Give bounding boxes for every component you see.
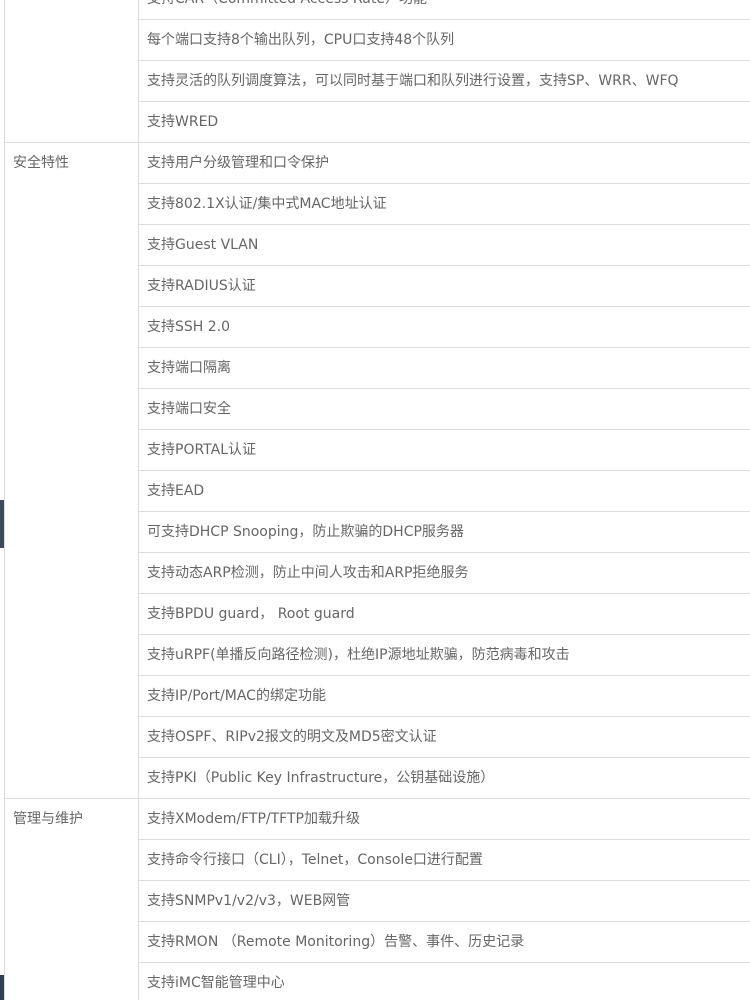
feature-cell: 支持uRPF(单播反向路径检测)，杜绝IP源地址欺骗，防范病毒和攻击 bbox=[138, 634, 750, 676]
feature-text: 支持IP/Port/MAC的绑定功能 bbox=[147, 688, 326, 704]
feature-text: 支持SNMPv1/v2/v3，WEB网管 bbox=[147, 893, 351, 909]
feature-cell: 支持端口安全 bbox=[138, 388, 750, 430]
feature-cell: 支持命令行接口（CLI），Telnet，Console口进行配置 bbox=[138, 839, 750, 881]
feature-text: 支持用户分级管理和口令保护 bbox=[147, 155, 329, 171]
feature-cell: 支持端口隔离 bbox=[138, 347, 750, 389]
feature-text: 支持PKI（Public Key Infrastructure，公钥基础设施） bbox=[147, 770, 495, 786]
feature-text: 支持命令行接口（CLI），Telnet，Console口进行配置 bbox=[147, 852, 483, 868]
category-label: 安全特性 bbox=[13, 155, 69, 171]
feature-cell: 支持RMON （Remote Monitoring）告警、事件、历史记录 bbox=[138, 921, 750, 963]
feature-text: 支持动态ARP检测，防止中间人攻击和ARP拒绝服务 bbox=[147, 565, 469, 581]
feature-cell: 支持动态ARP检测，防止中间人攻击和ARP拒绝服务 bbox=[138, 552, 750, 594]
feature-text: 支持Guest VLAN bbox=[147, 237, 259, 253]
feature-cell: 支持iMC智能管理中心 bbox=[138, 962, 750, 1000]
feature-cell: 支持EAD bbox=[138, 470, 750, 512]
feature-cell: 每个端口支持8个输出队列，CPU口支持48个队列 bbox=[138, 19, 750, 61]
feature-cell: 可支持DHCP Snooping，防止欺骗的DHCP服务器 bbox=[138, 511, 750, 553]
feature-cell: 支持SSH 2.0 bbox=[138, 306, 750, 348]
feature-text: 支持EAD bbox=[147, 483, 205, 499]
feature-cell: 支持SNMPv1/v2/v3，WEB网管 bbox=[138, 880, 750, 922]
feature-text: 支持端口安全 bbox=[147, 401, 231, 417]
feature-text: 支持RADIUS认证 bbox=[147, 278, 256, 294]
feature-text: 支持802.1X认证/集中式MAC地址认证 bbox=[147, 196, 387, 212]
feature-cell: 支持PKI（Public Key Infrastructure，公钥基础设施） bbox=[138, 757, 750, 799]
feature-cell: 支持802.1X认证/集中式MAC地址认证 bbox=[138, 183, 750, 225]
spec-table: 支持CAR（Committed Access Rate）功能 每个端口支持8个输… bbox=[4, 0, 750, 1000]
table-row: 安全特性 支持用户分级管理和口令保护 bbox=[4, 142, 750, 799]
feature-text: 支持SSH 2.0 bbox=[147, 319, 231, 335]
feature-text: 支持XModem/FTP/TFTP加载升级 bbox=[147, 811, 360, 827]
feature-text: 可支持DHCP Snooping，防止欺骗的DHCP服务器 bbox=[147, 524, 464, 540]
feature-text: 支持uRPF(单播反向路径检测)，杜绝IP源地址欺骗，防范病毒和攻击 bbox=[147, 647, 570, 663]
feature-cell: 支持用户分级管理和口令保护 bbox=[138, 142, 750, 184]
feature-cell: 支持CAR（Committed Access Rate）功能 bbox=[138, 0, 750, 20]
category-label: 管理与维护 bbox=[13, 811, 83, 827]
feature-text: 支持RMON （Remote Monitoring）告警、事件、历史记录 bbox=[147, 934, 525, 950]
table-row: 管理与维护 支持XModem/FTP/TFTP加载升级 bbox=[4, 798, 750, 1000]
table-row: 支持CAR（Committed Access Rate）功能 bbox=[4, 0, 750, 143]
feature-cell: 支持灵活的队列调度算法，可以同时基于端口和队列进行设置，支持SP、WRR、WFQ bbox=[138, 60, 750, 102]
feature-cell: 支持RADIUS认证 bbox=[138, 265, 750, 307]
category-cell-security: 安全特性 bbox=[4, 142, 139, 799]
feature-cell: 支持PORTAL认证 bbox=[138, 429, 750, 471]
feature-cell: 支持WRED bbox=[138, 101, 750, 143]
feature-cell: 支持BPDU guard， Root guard bbox=[138, 593, 750, 635]
feature-text: 支持PORTAL认证 bbox=[147, 442, 257, 458]
category-cell-management: 管理与维护 bbox=[4, 798, 139, 1000]
feature-text: 支持BPDU guard， Root guard bbox=[147, 606, 355, 622]
feature-cell: 支持XModem/FTP/TFTP加载升级 bbox=[138, 798, 750, 840]
feature-text: 支持OSPF、RIPv2报文的明文及MD5密文认证 bbox=[147, 729, 437, 745]
feature-text: 每个端口支持8个输出队列，CPU口支持48个队列 bbox=[147, 32, 455, 48]
feature-text: 支持端口隔离 bbox=[147, 360, 231, 376]
feature-text: 支持灵活的队列调度算法，可以同时基于端口和队列进行设置，支持SP、WRR、WFQ bbox=[147, 73, 679, 89]
feature-cell: 支持IP/Port/MAC的绑定功能 bbox=[138, 675, 750, 717]
feature-cell: 支持OSPF、RIPv2报文的明文及MD5密文认证 bbox=[138, 716, 750, 758]
feature-text: 支持iMC智能管理中心 bbox=[147, 975, 285, 991]
feature-cell: 支持Guest VLAN bbox=[138, 224, 750, 266]
category-cell-qos bbox=[4, 0, 139, 143]
feature-text: 支持CAR（Committed Access Rate）功能 bbox=[139, 0, 750, 19]
feature-text: 支持WRED bbox=[147, 114, 219, 130]
